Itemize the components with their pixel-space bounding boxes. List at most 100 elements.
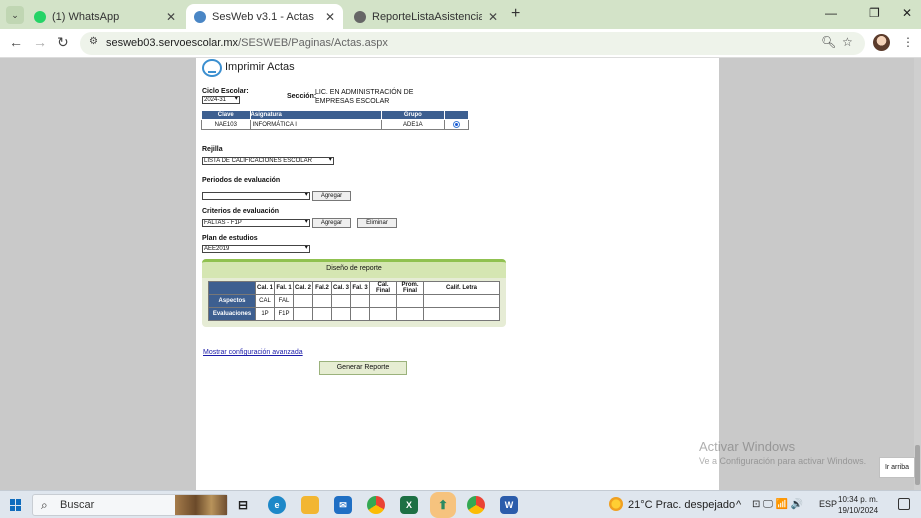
diseno-reporte-panel: Diseño de reporte Cal. 1 Fal. 1 Cal. 2 F…: [202, 259, 506, 327]
cell-grupo: ADE1A: [381, 119, 445, 130]
page-title: Imprimir Actas: [225, 61, 295, 73]
close-icon[interactable]: ✕: [488, 10, 498, 24]
taskbar-search[interactable]: ⌕ Buscar: [32, 494, 228, 516]
chrome-icon[interactable]: [367, 496, 385, 514]
cell-evaluacion: [293, 307, 313, 321]
tab-sesweb-actas[interactable]: SesWeb v3.1 - Actas ✕: [186, 4, 343, 29]
col-clave: Clave: [201, 110, 251, 120]
search-placeholder: Buscar: [60, 499, 95, 511]
forward-icon[interactable]: →: [33, 34, 47, 50]
table-row: Aspectos CAL FAL: [208, 294, 500, 308]
new-tab-button[interactable]: +: [511, 5, 520, 23]
rejilla-select[interactable]: LISTA DE CALIFICACIONES ESCOLAR: [202, 157, 334, 165]
minimize-icon[interactable]: —: [825, 6, 837, 20]
col-select: [443, 110, 470, 120]
edge-icon[interactable]: e: [268, 496, 286, 514]
menu-kebab-icon[interactable]: ⋮: [902, 35, 914, 49]
whatsapp-icon: [34, 10, 46, 23]
profile-avatar[interactable]: [873, 34, 890, 51]
row-header-evaluaciones: Evaluaciones: [208, 307, 256, 321]
activate-windows-subtext: Ve a Configuración para activar Windows.: [699, 456, 867, 466]
cell-aspecto: [350, 294, 370, 308]
col-grupo: Grupo: [381, 110, 445, 120]
col-header: Fal.2: [312, 281, 332, 295]
table-row[interactable]: NAE103 INFORMÁTICA I ADE1A: [201, 119, 470, 130]
excel-icon[interactable]: X: [400, 496, 418, 514]
seccion-value: LIC. EN ADMINISTRACIÓN DE EMPRESAS ESCOL…: [315, 89, 414, 105]
diseno-table: Cal. 1 Fal. 1 Cal. 2 Fal.2 Cal. 3 Fal. 3…: [208, 281, 500, 321]
cell-evaluacion: [423, 307, 500, 321]
col-header: Fal. 1: [274, 281, 294, 295]
seccion-label: Sección:: [287, 93, 317, 100]
chevron-up-icon[interactable]: ^: [736, 499, 741, 511]
periodos-select[interactable]: [202, 192, 310, 200]
page-scrollbar[interactable]: [914, 58, 921, 490]
cell-evaluacion: [396, 307, 424, 321]
scrollbar-thumb[interactable]: [915, 445, 920, 485]
word-icon[interactable]: W: [500, 496, 518, 514]
clock-date: 19/10/2024: [838, 506, 879, 515]
tab-reporte-asistencia[interactable]: ReporteListaAsistencia_6386490 ✕: [346, 4, 506, 29]
browser-tab-strip: ⌄ (1) WhatsApp ✕ SesWeb v3.1 - Actas ✕ R…: [0, 0, 921, 29]
eliminar-button[interactable]: Eliminar: [357, 218, 397, 228]
mail-icon[interactable]: ✉: [334, 496, 352, 514]
cell-aspecto: FAL: [274, 294, 294, 308]
close-window-icon[interactable]: ✕: [902, 6, 912, 20]
site-info-icon[interactable]: ⚙: [86, 36, 101, 51]
notification-icon[interactable]: [898, 498, 910, 510]
address-bar[interactable]: ⚙ sesweb03.servoescolar.mx/SESWEB/Pagina…: [80, 32, 865, 55]
rejilla-label: Rejilla: [202, 146, 223, 153]
tray-app-icons[interactable]: ⊡ 🖵 📶 🔊: [752, 499, 803, 510]
search-icon: ⌕: [41, 498, 48, 512]
tab-title: ReporteListaAsistencia_6386490: [372, 10, 482, 23]
tab-title: (1) WhatsApp: [52, 10, 120, 23]
col-header: Cal. 2: [293, 281, 313, 295]
agregar-criterio-button[interactable]: Agregar: [312, 218, 351, 228]
advanced-config-link[interactable]: Mostrar configuración avanzada: [203, 349, 303, 356]
asignaturas-table: Clave Asignatura Grupo NAE103 INFORMÁTIC…: [201, 110, 470, 130]
browser-toolbar: ← → ↻ ⚙ sesweb03.servoescolar.mx/SESWEB/…: [0, 29, 921, 58]
generar-reporte-button[interactable]: Generar Reporte: [319, 361, 407, 375]
ciclo-select[interactable]: 2024-31: [202, 96, 240, 104]
windows-start-icon[interactable]: [10, 499, 22, 511]
language-indicator[interactable]: ESP: [819, 499, 837, 509]
cell-aspecto: [312, 294, 332, 308]
cell-evaluacion: 1P: [255, 307, 275, 321]
cell-aspecto: CAL: [255, 294, 275, 308]
weather-sun-icon[interactable]: [609, 497, 623, 511]
reload-icon[interactable]: ↻: [57, 34, 69, 51]
url-domain: sesweb03.servoescolar.mx: [106, 37, 239, 49]
cell-aspecto: [423, 294, 500, 308]
cell-evaluacion: [369, 307, 397, 321]
search-highlight-image: [175, 495, 227, 515]
cloud-upload-icon[interactable]: ⬆: [434, 496, 452, 514]
zoom-icon[interactable]: 🔍︎: [821, 35, 836, 49]
plan-label: Plan de estudios: [202, 235, 258, 242]
col-header: Cal. 1: [255, 281, 275, 295]
close-icon[interactable]: ✕: [166, 10, 176, 24]
cell-select[interactable]: [443, 119, 470, 130]
sesweb-logo-icon: [202, 59, 222, 77]
table-header-row: Clave Asignatura Grupo: [201, 110, 470, 120]
row-radio-button[interactable]: [452, 120, 460, 128]
taskbar-clock[interactable]: 10:34 p. m. 19/10/2024: [838, 494, 878, 516]
cell-clave: NAE103: [201, 119, 251, 130]
tab-search-button[interactable]: ⌄: [6, 6, 24, 24]
ciclo-label: Ciclo Escolar:: [202, 88, 249, 95]
file-explorer-icon[interactable]: [301, 496, 319, 514]
task-view-icon[interactable]: ⊟: [234, 496, 252, 514]
criterios-select[interactable]: FALTAS - F1P: [202, 219, 310, 227]
chrome-profile-icon[interactable]: [467, 496, 485, 514]
cell-asignatura: INFORMÁTICA I: [249, 119, 383, 130]
agregar-periodo-button[interactable]: Agregar: [312, 191, 351, 201]
plan-select[interactable]: AEE2019: [202, 245, 310, 253]
cell-evaluacion: [350, 307, 370, 321]
restore-icon[interactable]: ❐: [869, 6, 880, 20]
tab-whatsapp[interactable]: (1) WhatsApp ✕: [26, 4, 184, 29]
close-icon[interactable]: ✕: [325, 10, 335, 24]
bookmark-star-icon[interactable]: ☆: [842, 35, 853, 49]
ir-arriba-button[interactable]: Ir arriba: [879, 457, 915, 478]
globe-icon: [194, 10, 206, 23]
weather-text[interactable]: 21°C Prac. despejado: [628, 499, 735, 511]
back-icon[interactable]: ←: [9, 34, 23, 50]
